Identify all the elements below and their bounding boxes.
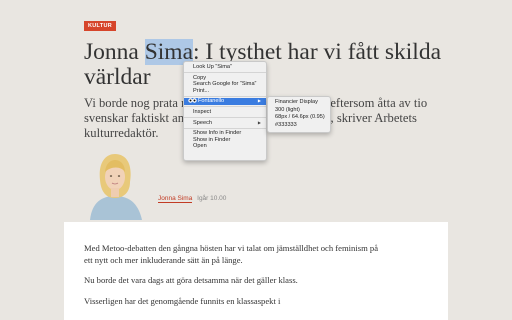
font-weight-value[interactable]: 300 (light) (275, 107, 330, 115)
menu-item-show-in-finder[interactable]: Show in Finder (184, 137, 266, 144)
menu-separator (184, 106, 266, 108)
menu-item-speech-label: Speech (193, 119, 212, 126)
owl-icon (188, 98, 197, 104)
submenu-arrow-icon: ▶ (257, 98, 261, 104)
menu-separator (184, 127, 266, 129)
menu-item-copy[interactable]: Copy (184, 75, 266, 82)
article-paragraph-1: Med Metoo-debatten den gångna hösten har… (84, 243, 379, 266)
font-family-value[interactable]: Financier Display (275, 99, 330, 107)
author-photo (84, 150, 146, 220)
menu-item-fontanello-label: Fontanello (198, 98, 225, 105)
menu-item-show-info-in-finder[interactable]: Show Info in Finder (184, 130, 266, 137)
ingress-line1-left: Vi borde nog prata m (84, 96, 191, 110)
article-paragraph-2: Nu borde det vara dags att göra detsamma… (84, 275, 298, 286)
menu-item-fontanello[interactable]: Fontanello ▶ (184, 98, 266, 105)
fontanello-submenu: Financier Display 300 (light) 68px / 64.… (267, 96, 331, 133)
font-size-value[interactable]: 68px / 64.6px (0.95) (275, 114, 330, 122)
menu-item-search-google[interactable]: Search Google for “Sima” (184, 81, 266, 88)
context-menu: Look Up “Sima” Copy Search Google for “S… (183, 61, 267, 161)
menu-item-speech[interactable]: Speech ▶ (184, 120, 266, 127)
headline: Jonna Sima: I tysthet har vi fått skilda… (84, 39, 484, 90)
font-color-value[interactable]: #333333 (275, 122, 330, 130)
article-paragraph-3: Visserligen har det genomgående funnits … (84, 295, 281, 306)
publish-time: Igår 10.00 (197, 195, 227, 202)
section-badge[interactable]: KULTUR (84, 21, 116, 31)
menu-separator (184, 95, 266, 97)
submenu-arrow-icon: ▶ (257, 119, 261, 125)
ingress-line2-right: e, skriver Arbetets (324, 111, 417, 125)
menu-item-look-up[interactable]: Look Up “Sima” (184, 64, 266, 71)
headline-pre: Jonna (84, 39, 145, 65)
menu-item-inspect[interactable]: Inspect (184, 109, 266, 116)
menu-item-open[interactable]: Open (184, 143, 266, 150)
menu-separator (184, 72, 266, 74)
article-body: Med Metoo-debatten den gångna hösten har… (84, 242, 384, 315)
menu-item-print[interactable]: Print... (184, 88, 266, 95)
ingress-line2-left: svenskar faktiskt ans (84, 111, 189, 125)
byline: Jonna Sima Igår 10.00 (158, 195, 227, 203)
author-link[interactable]: Jonna Sima (158, 195, 193, 203)
menu-separator (184, 117, 266, 119)
